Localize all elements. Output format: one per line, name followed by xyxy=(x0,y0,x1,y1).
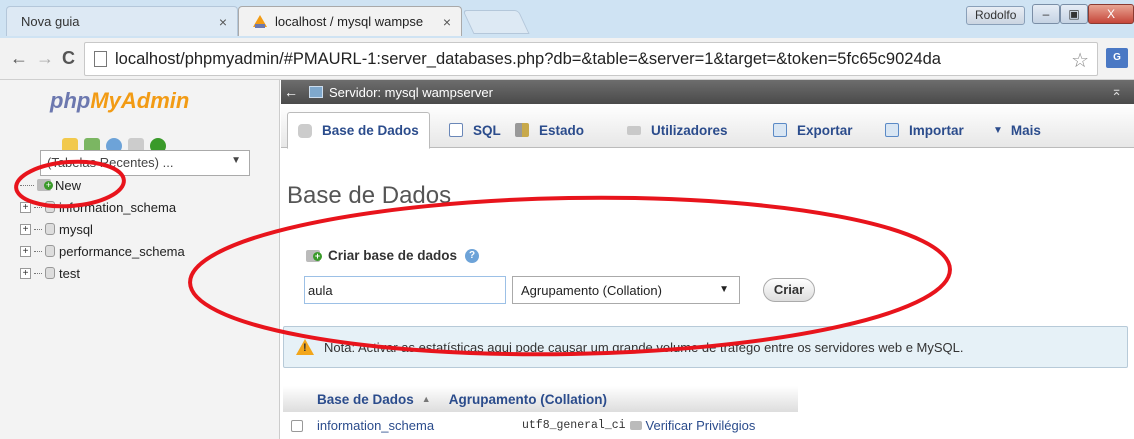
tab-importar[interactable]: Importar xyxy=(875,112,974,148)
column-header-collation[interactable]: Agrupamento (Collation) xyxy=(449,392,607,407)
tab-utilizadores[interactable]: Utilizadores xyxy=(617,112,738,148)
back-button[interactable]: ← xyxy=(10,48,28,69)
browser-tab-bar: Nova guia × localhost / mysql wampse × R… xyxy=(0,0,1134,38)
database-icon xyxy=(298,123,312,138)
create-database-button[interactable]: Criar xyxy=(763,278,815,302)
database-icon xyxy=(45,245,55,257)
tree-item-label: New xyxy=(55,177,82,193)
user-profile-button[interactable]: Rodolfo xyxy=(966,6,1026,25)
tree-item-test[interactable]: + test xyxy=(20,262,185,284)
table-header-row: Base de Dados ▲ Agrupamento (Collation) xyxy=(283,386,798,412)
forward-button[interactable]: → xyxy=(36,48,54,69)
page-title: Base de Dados xyxy=(287,182,452,209)
collapse-navigation-button[interactable]: ← xyxy=(281,84,301,100)
row-checkbox[interactable] xyxy=(291,419,303,432)
database-name-input[interactable] xyxy=(304,276,506,304)
expand-icon[interactable]: + xyxy=(20,267,31,279)
pma-favicon-icon xyxy=(253,15,267,28)
collapse-icon[interactable]: ⌅ xyxy=(1111,83,1122,99)
export-icon xyxy=(773,123,787,137)
tab-phpmyadmin[interactable]: localhost / mysql wampse × xyxy=(238,6,462,36)
tree-connector xyxy=(34,228,42,230)
tree-connector xyxy=(34,250,42,252)
privileges-icon xyxy=(629,421,642,430)
users-icon xyxy=(627,125,641,135)
new-database-icon xyxy=(306,249,322,262)
minimize-button[interactable]: – xyxy=(1032,4,1060,24)
expand-icon[interactable]: + xyxy=(20,223,31,235)
tree-connector xyxy=(34,272,42,274)
tab-base-de-dados[interactable]: Base de Dados xyxy=(287,112,430,149)
recent-tables-select[interactable]: (Tabelas Recentes) ... ▼ xyxy=(40,150,250,176)
chevron-down-icon: ▼ xyxy=(719,284,729,295)
tree-item-label: mysql xyxy=(59,221,93,237)
chevron-down-icon: ▼ xyxy=(993,124,1003,136)
tree-item-mysql[interactable]: + mysql xyxy=(20,218,185,240)
tab-close-icon[interactable]: × xyxy=(443,14,451,30)
new-tab-button[interactable] xyxy=(462,10,530,34)
database-tree: New + information_schema + mysql + perfo… xyxy=(20,174,185,284)
server-breadcrumb[interactable]: Servidor: mysql wampserver xyxy=(329,85,493,100)
warning-icon: ! xyxy=(296,339,314,355)
tree-item-information-schema[interactable]: + information_schema xyxy=(20,196,185,218)
statistics-notice: ! Nota: Activar as estatísticas aqui pod… xyxy=(283,326,1128,368)
expand-icon[interactable]: + xyxy=(20,245,31,257)
help-icon[interactable]: ? xyxy=(465,248,480,263)
tab-nova-guia[interactable]: Nova guia × xyxy=(6,6,238,36)
tree-item-label: test xyxy=(59,265,80,281)
main-menu: Base de Dados SQL Estado Utilizadores Ex… xyxy=(281,104,1134,149)
address-bar-row: ← → C localhost/phpmyadmin/#PMAURL-1:ser… xyxy=(0,38,1134,80)
collation-select[interactable]: Agrupamento (Collation) ▼ xyxy=(512,276,740,304)
tree-item-performance-schema[interactable]: + performance_schema xyxy=(20,240,185,262)
database-icon xyxy=(45,267,55,279)
notice-text: Nota: Activar as estatísticas aqui pode … xyxy=(324,339,964,355)
table-row: information_schema utf8_general_ci Verif… xyxy=(283,412,798,439)
tree-connector xyxy=(34,206,42,208)
maximize-button[interactable]: ▣ xyxy=(1060,4,1088,24)
tab-estado[interactable]: Estado xyxy=(505,112,594,148)
database-name-link[interactable]: information_schema xyxy=(317,418,522,433)
tab-close-icon[interactable]: × xyxy=(219,14,227,30)
navigation-panel: phpMyAdmin (Tabelas Recentes) ... ▼ New … xyxy=(0,80,280,439)
tab-exportar[interactable]: Exportar xyxy=(763,112,863,148)
server-icon xyxy=(309,86,323,98)
tree-item-label: performance_schema xyxy=(59,243,185,259)
url-input[interactable]: localhost/phpmyadmin/#PMAURL-1:server_da… xyxy=(84,42,1098,76)
status-chart-icon xyxy=(515,123,529,137)
tab-label: localhost / mysql wampse xyxy=(275,14,424,29)
new-database-icon xyxy=(37,179,53,191)
sql-icon xyxy=(449,123,463,137)
expand-icon[interactable]: + xyxy=(20,201,31,213)
tree-item-new[interactable]: New xyxy=(20,174,185,196)
column-header-database[interactable]: Base de Dados xyxy=(317,392,414,407)
page-icon xyxy=(94,51,107,67)
sort-ascending-icon[interactable]: ▲ xyxy=(422,394,431,404)
translate-extension-icon[interactable]: G xyxy=(1106,48,1128,68)
server-breadcrumb-bar: ← Servidor: mysql wampserver ⌅ xyxy=(281,80,1134,104)
database-icon xyxy=(45,223,55,235)
databases-table: Base de Dados ▲ Agrupamento (Collation) … xyxy=(283,386,798,439)
tree-item-label: information_schema xyxy=(59,199,177,215)
create-database-label: Criar base de dados ? xyxy=(306,248,480,263)
close-window-button[interactable]: X xyxy=(1088,4,1134,24)
tree-connector xyxy=(20,184,34,186)
tab-mais[interactable]: ▼ Mais xyxy=(983,112,1051,148)
chevron-down-icon: ▼ xyxy=(231,155,241,166)
import-icon xyxy=(885,123,899,137)
tab-label: Nova guia xyxy=(21,14,80,29)
url-text: localhost/phpmyadmin/#PMAURL-1:server_da… xyxy=(115,49,941,68)
check-privileges-link[interactable]: Verificar Privilégios xyxy=(646,418,756,433)
reload-button[interactable]: C xyxy=(62,48,75,69)
bookmark-star-icon[interactable]: ☆ xyxy=(1071,48,1089,73)
collation-value: utf8_general_ci xyxy=(522,419,626,432)
phpmyadmin-logo[interactable]: phpMyAdmin xyxy=(50,88,189,114)
database-icon xyxy=(45,201,55,213)
tab-sql[interactable]: SQL xyxy=(439,112,511,148)
